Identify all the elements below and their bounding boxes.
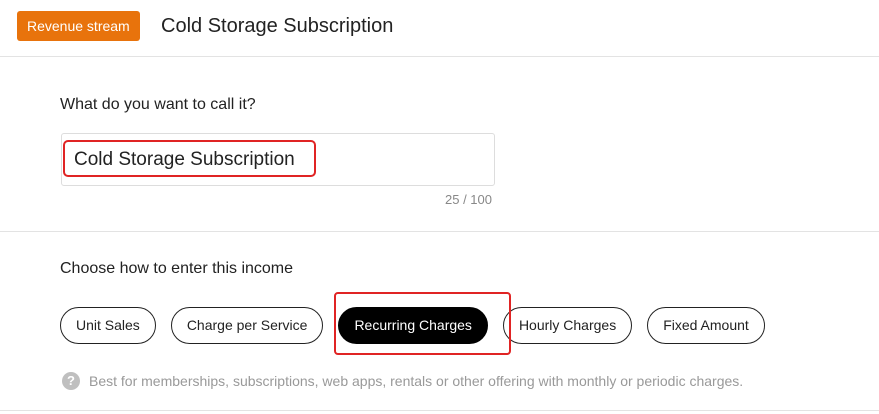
name-input[interactable] bbox=[62, 134, 494, 185]
income-method-section: Choose how to enter this income Unit Sal… bbox=[0, 232, 879, 414]
page-header: Revenue stream Cold Storage Subscription bbox=[0, 0, 879, 57]
option-unit-sales[interactable]: Unit Sales bbox=[60, 307, 156, 344]
name-section: What do you want to call it? 25 / 100 bbox=[0, 58, 879, 232]
help-hint: ? Best for memberships, subscriptions, w… bbox=[62, 372, 743, 390]
option-charge-per-service[interactable]: Charge per Service bbox=[170, 307, 324, 344]
question-circle-icon: ? bbox=[62, 372, 80, 390]
option-hourly-charges[interactable]: Hourly Charges bbox=[502, 307, 633, 344]
option-recurring-charges[interactable]: Recurring Charges bbox=[338, 307, 488, 344]
help-text: Best for memberships, subscriptions, web… bbox=[89, 373, 744, 389]
section-divider bbox=[0, 410, 879, 411]
name-field-container bbox=[61, 133, 495, 186]
revenue-stream-badge: Revenue stream bbox=[17, 11, 140, 41]
income-method-options: Unit Sales Charge per Service Recurring … bbox=[60, 307, 765, 344]
option-fixed-amount[interactable]: Fixed Amount bbox=[647, 307, 765, 344]
income-method-label: Choose how to enter this income bbox=[60, 260, 294, 277]
character-counter: 25 / 100 bbox=[445, 192, 492, 207]
page-title: Cold Storage Subscription bbox=[161, 15, 394, 37]
name-field-label: What do you want to call it? bbox=[60, 96, 256, 113]
